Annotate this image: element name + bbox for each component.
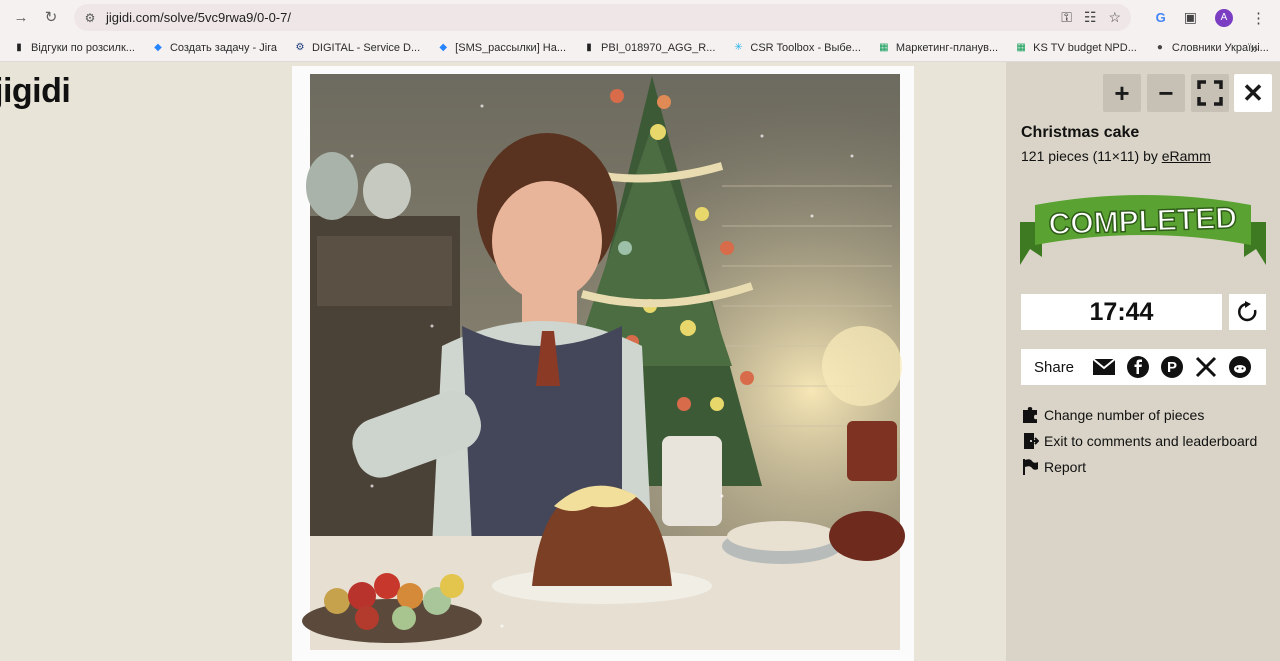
profile-avatar[interactable]: A (1215, 8, 1233, 27)
browser-toolbar: → ↻ ⚙ jigidi.com/solve/5vc9rwa9/0-0-7/ ⚿… (0, 0, 1280, 34)
extensions-icon[interactable]: ▣ (1184, 9, 1197, 26)
bookmark-label: DIGITAL - Service D... (311, 41, 421, 54)
forward-icon[interactable]: → (8, 4, 34, 30)
site-settings-icon[interactable]: ⚙ (82, 10, 98, 26)
bookmark-item[interactable]: ◆ Создать задачу - Jira (151, 41, 277, 55)
site-logo[interactable]: jigidi (0, 72, 71, 111)
reddit-icon[interactable] (1228, 355, 1252, 379)
plus-icon: + (1114, 77, 1130, 108)
change-pieces-link[interactable]: Change number of pieces (1021, 402, 1257, 428)
menu-icon[interactable]: ⋮ (1251, 9, 1266, 27)
bookmark-label: KS TV budget NPD... (1033, 41, 1137, 54)
report-label: Report (1044, 459, 1087, 475)
jira-icon: ◆ (154, 42, 162, 53)
x-icon[interactable] (1194, 355, 1218, 379)
sheets-icon: ▦ (879, 42, 889, 53)
url-text[interactable]: jigidi.com/solve/5vc9rwa9/0-0-7/ (106, 10, 291, 25)
bookmarks-overflow-button[interactable]: » (1250, 40, 1258, 56)
close-button[interactable]: ✕ (1234, 74, 1272, 112)
puzzle-piece-icon (1021, 406, 1039, 424)
translate-icon[interactable]: ☷ (1084, 9, 1097, 26)
exit-icon (1021, 432, 1039, 450)
completed-label: COMPLETED (1048, 202, 1237, 242)
zoom-out-button[interactable]: − (1147, 74, 1185, 112)
bookmark-label: Відгуки по розсилк... (31, 41, 135, 54)
puzzle-meta: 121 pieces (11×11) by eRamm (1021, 148, 1211, 164)
bookmark-star-icon[interactable]: ☆ (1108, 9, 1121, 26)
bar-chart-icon: ▮ (586, 42, 592, 53)
restart-button[interactable] (1229, 294, 1266, 330)
completed-ribbon: COMPLETED (1020, 195, 1266, 265)
sheets-icon: ▦ (1016, 42, 1026, 53)
bookmark-label: [SMS_рассылки] На... (455, 41, 567, 54)
puzzle-title: Christmas cake (1021, 124, 1140, 141)
bookmark-label: Маркетинг-планув... (895, 41, 999, 54)
report-link[interactable]: Report (1021, 454, 1257, 480)
bookmarks-bar: ▮ Відгуки по розсилк... ◆ Создать задачу - … (0, 34, 1280, 62)
action-links: Change number of pieces Exit to comments… (1021, 402, 1257, 480)
pinterest-icon[interactable]: P (1160, 355, 1184, 379)
bookmark-label: Создать задачу - Jira (169, 41, 277, 54)
jira-icon: ◆ (439, 42, 448, 53)
puzzle-illustration (292, 66, 914, 661)
author-link[interactable]: eRamm (1162, 148, 1211, 164)
service-desk-icon: ⚙ (295, 42, 305, 53)
page-content: jigidi + − ✕ Christmas cake 121 pieces (… (0, 62, 1280, 661)
bookmark-item[interactable]: ⚙ DIGITAL - Service D... (293, 41, 421, 55)
close-icon: ✕ (1242, 77, 1264, 108)
flag-icon (1021, 458, 1039, 476)
restart-icon (1237, 301, 1256, 322)
exit-comments-label: Exit to comments and leaderboard (1044, 433, 1258, 449)
zoom-in-button[interactable]: + (1103, 74, 1141, 112)
snowflake-icon: ✳ (734, 42, 743, 53)
minus-icon: − (1158, 77, 1174, 108)
puzzle-image[interactable] (292, 66, 914, 661)
bookmark-item[interactable]: ▦ Маркетинг-планув... (877, 41, 998, 55)
share-bar: Share P (1021, 349, 1266, 385)
globe-icon: ● (1156, 42, 1163, 53)
bar-chart-icon: ▮ (16, 42, 22, 53)
reload-icon[interactable]: ↻ (38, 4, 64, 30)
timer-display: 17:44 (1021, 294, 1222, 330)
google-translate-icon[interactable]: G (1156, 10, 1166, 25)
puzzle-sidebar: + − ✕ Christmas cake 121 pieces (11×11) … (1006, 62, 1280, 661)
exit-comments-link[interactable]: Exit to comments and leaderboard (1021, 428, 1257, 454)
bookmark-item[interactable]: ✳ CSR Toolbox - Выбе... (731, 41, 861, 55)
facebook-icon[interactable] (1126, 355, 1150, 379)
share-label: Share (1034, 358, 1075, 376)
bookmark-label: PBI_018970_AGG_R... (601, 41, 716, 54)
bookmark-item[interactable]: ▮ PBI_018970_AGG_R... (582, 41, 715, 55)
address-bar[interactable]: ⚙ jigidi.com/solve/5vc9rwa9/0-0-7/ ⚿ ☷ ☆ (74, 4, 1131, 31)
change-pieces-label: Change number of pieces (1044, 407, 1205, 423)
svg-text:P: P (1167, 359, 1177, 376)
password-key-icon[interactable]: ⚿ (1061, 9, 1072, 26)
bookmark-item[interactable]: ▮ Відгуки по розсилк... (12, 41, 135, 55)
bookmark-item[interactable]: ▦ KS TV budget NPD... (1014, 41, 1137, 55)
bookmark-label: CSR Toolbox - Выбе... (750, 41, 861, 54)
fullscreen-icon (1197, 80, 1223, 106)
fullscreen-button[interactable] (1191, 74, 1229, 112)
bookmark-item[interactable]: ◆ [SMS_рассылки] На... (436, 41, 566, 55)
email-icon[interactable] (1092, 355, 1116, 379)
pieces-count: 121 pieces (11×11) by (1021, 148, 1162, 164)
